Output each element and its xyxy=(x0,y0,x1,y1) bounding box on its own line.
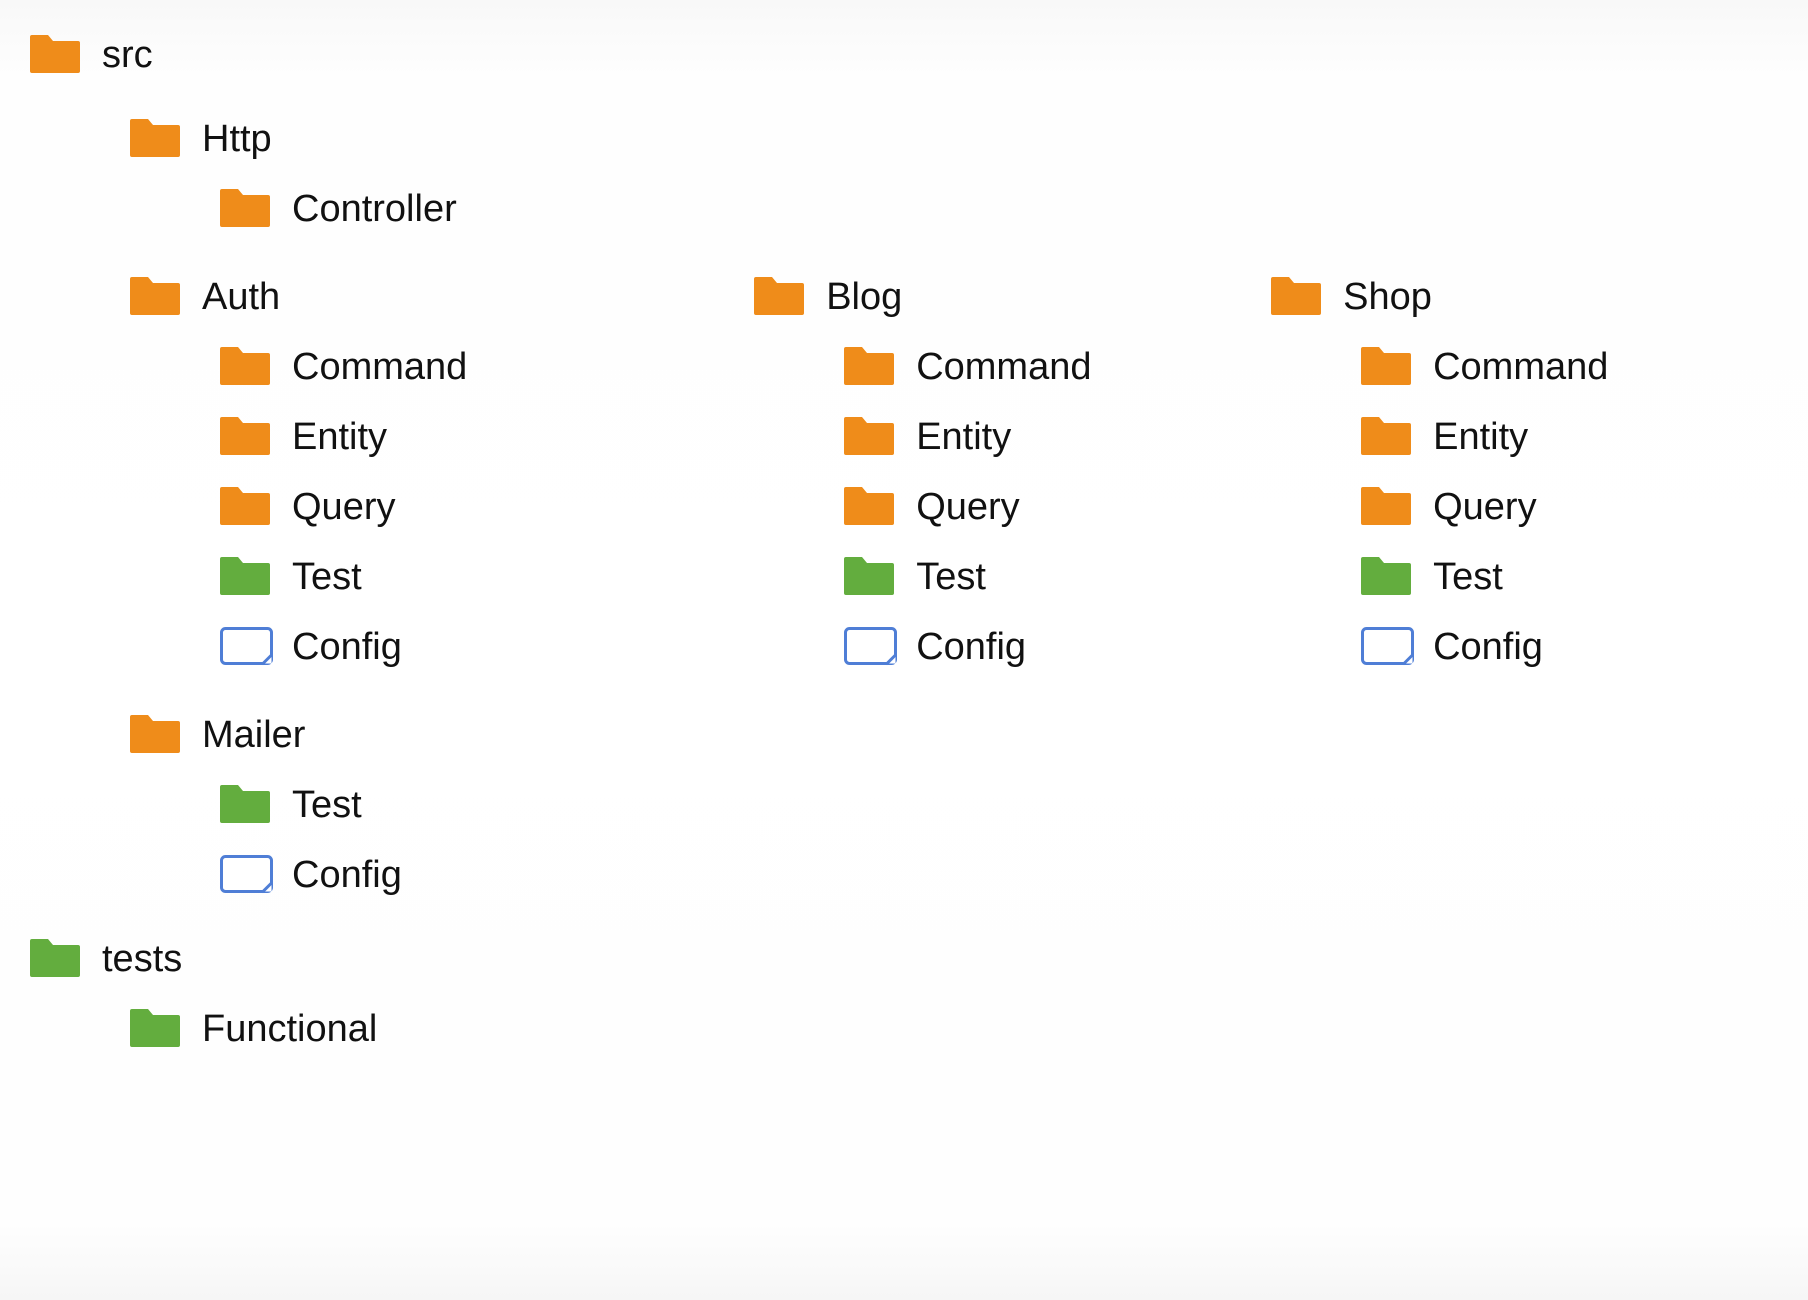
tree-node-shop-entity[interactable]: Entity xyxy=(1271,402,1788,472)
folder-icon xyxy=(220,487,270,527)
file-icon xyxy=(220,627,270,667)
folder-icon xyxy=(130,119,180,159)
tree-node-shop[interactable]: Shop xyxy=(1271,262,1788,332)
node-label: Http xyxy=(202,118,272,161)
node-label: Entity xyxy=(292,416,387,459)
node-label: Entity xyxy=(1433,416,1528,459)
folder-icon xyxy=(1361,557,1411,597)
node-label: Command xyxy=(916,346,1091,389)
node-label: Controller xyxy=(292,188,457,231)
file-icon xyxy=(844,627,894,667)
tree-node-mailer-test[interactable]: Test xyxy=(20,770,1788,840)
folder-icon xyxy=(1361,347,1411,387)
node-label: Config xyxy=(292,854,402,897)
tree-node-auth-test[interactable]: Test xyxy=(130,542,754,612)
tree-node-functional[interactable]: Functional xyxy=(20,994,1788,1064)
node-label: Auth xyxy=(202,276,280,319)
node-label: tests xyxy=(102,938,182,981)
tree-node-src[interactable]: src xyxy=(20,20,1788,90)
folder-icon xyxy=(1361,417,1411,457)
node-label: Query xyxy=(1433,486,1536,529)
tree-node-shop-query[interactable]: Query xyxy=(1271,472,1788,542)
folder-icon xyxy=(30,35,80,75)
folder-icon xyxy=(130,715,180,755)
node-label: Test xyxy=(292,556,362,599)
tree-node-auth-query[interactable]: Query xyxy=(130,472,754,542)
folder-icon xyxy=(1271,277,1321,317)
tree-node-tests[interactable]: tests xyxy=(20,924,1788,994)
tree-node-blog-test[interactable]: Test xyxy=(754,542,1271,612)
folder-icon xyxy=(754,277,804,317)
folder-icon xyxy=(1361,487,1411,527)
file-icon xyxy=(1361,627,1411,667)
tree-node-blog[interactable]: Blog xyxy=(754,262,1271,332)
node-label: Test xyxy=(292,784,362,827)
tree-node-auth-entity[interactable]: Entity xyxy=(130,402,754,472)
tree-node-blog-entity[interactable]: Entity xyxy=(754,402,1271,472)
node-label: Shop xyxy=(1343,276,1432,319)
node-label: Config xyxy=(916,626,1026,669)
file-icon xyxy=(220,855,270,895)
node-label: Command xyxy=(1433,346,1608,389)
node-label: Test xyxy=(1433,556,1503,599)
tree-node-blog-command[interactable]: Command xyxy=(754,332,1271,402)
tree-node-auth-config[interactable]: Config xyxy=(130,612,754,682)
tree-node-shop-test[interactable]: Test xyxy=(1271,542,1788,612)
node-label: Query xyxy=(916,486,1019,529)
folder-icon xyxy=(220,785,270,825)
tree-node-mailer-config[interactable]: Config xyxy=(20,840,1788,910)
folder-icon xyxy=(220,189,270,229)
folder-icon xyxy=(130,1009,180,1049)
folder-icon xyxy=(844,487,894,527)
folder-icon xyxy=(220,557,270,597)
folder-icon xyxy=(844,557,894,597)
directory-tree: src Http Controller Auth Command Entity xyxy=(0,0,1808,1084)
tree-node-shop-config[interactable]: Config xyxy=(1271,612,1788,682)
tree-node-auth-command[interactable]: Command xyxy=(130,332,754,402)
tree-node-blog-query[interactable]: Query xyxy=(754,472,1271,542)
node-label: Mailer xyxy=(202,714,305,757)
tree-node-shop-command[interactable]: Command xyxy=(1271,332,1788,402)
node-label: Blog xyxy=(826,276,902,319)
tree-node-mailer[interactable]: Mailer xyxy=(20,700,1788,770)
node-label: Command xyxy=(292,346,467,389)
tree-node-blog-config[interactable]: Config xyxy=(754,612,1271,682)
node-label: Entity xyxy=(916,416,1011,459)
node-label: Test xyxy=(916,556,986,599)
folder-icon xyxy=(844,417,894,457)
tree-node-controller[interactable]: Controller xyxy=(20,174,1788,244)
folder-icon xyxy=(220,417,270,457)
tree-node-http[interactable]: Http xyxy=(20,104,1788,174)
folder-icon xyxy=(130,277,180,317)
node-label: Query xyxy=(292,486,395,529)
tree-node-auth[interactable]: Auth xyxy=(130,262,754,332)
node-label: src xyxy=(102,34,153,77)
folder-icon xyxy=(844,347,894,387)
folder-icon xyxy=(220,347,270,387)
node-label: Functional xyxy=(202,1008,377,1051)
node-label: Config xyxy=(292,626,402,669)
folder-icon xyxy=(30,939,80,979)
node-label: Config xyxy=(1433,626,1543,669)
